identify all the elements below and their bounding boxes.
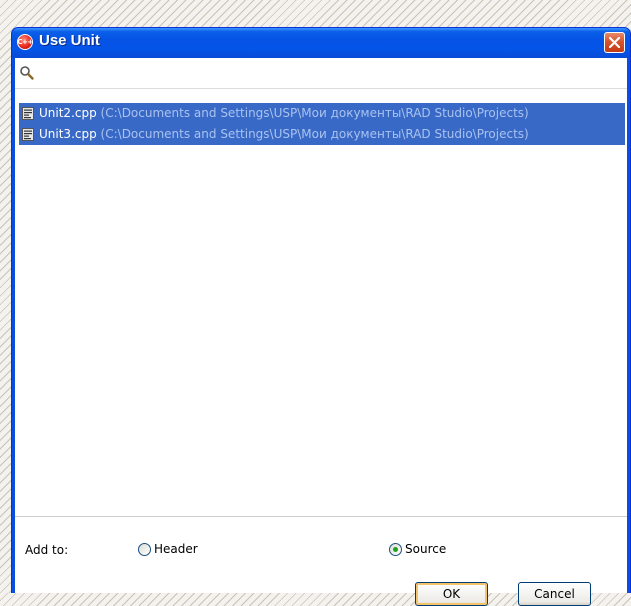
title-bar[interactable]: C++ Use Unit xyxy=(12,28,630,58)
search-input[interactable] xyxy=(41,63,621,85)
radio-circle[interactable] xyxy=(138,542,151,556)
unit-path: (C:\Documents and Settings\USP\Мои докум… xyxy=(100,127,529,141)
unit-path: (C:\Documents and Settings\USP\Мои докум… xyxy=(100,106,529,120)
use-unit-dialog: C++ Use Unit Unit2.cpp (C:\Documents and… xyxy=(11,27,631,606)
list-item[interactable]: Unit2.cpp (C:\Documents and Settings\USP… xyxy=(19,103,625,124)
cancel-button[interactable]: Cancel xyxy=(518,582,591,606)
cpp-file-icon xyxy=(22,107,34,120)
close-button[interactable] xyxy=(604,32,625,53)
header-radio-label[interactable]: Header xyxy=(154,542,198,556)
list-item[interactable]: Unit3.cpp (C:\Documents and Settings\USP… xyxy=(19,124,625,145)
add-to-group: Add to: Header Source xyxy=(15,516,627,576)
close-icon xyxy=(609,37,620,48)
dialog-title: Use Unit xyxy=(39,32,100,49)
unit-name: Unit3.cpp xyxy=(39,127,97,141)
source-radio-label[interactable]: Source xyxy=(405,542,446,556)
unit-list[interactable]: Unit2.cpp (C:\Documents and Settings\USP… xyxy=(19,103,625,516)
radio-circle-checked[interactable] xyxy=(389,542,402,556)
cpp-builder-icon: C++ xyxy=(17,34,33,50)
source-radio[interactable]: Source xyxy=(389,542,446,556)
cpp-file-icon xyxy=(22,128,34,141)
unit-name: Unit2.cpp xyxy=(39,106,97,120)
search-bar xyxy=(15,58,627,89)
header-radio[interactable]: Header xyxy=(138,542,198,556)
button-bar: OK Cancel xyxy=(15,575,627,606)
search-icon xyxy=(20,66,34,80)
dialog-client-area: Unit2.cpp (C:\Documents and Settings\USP… xyxy=(15,58,627,606)
add-to-label: Add to: xyxy=(25,543,69,557)
ok-button[interactable]: OK xyxy=(415,582,488,606)
